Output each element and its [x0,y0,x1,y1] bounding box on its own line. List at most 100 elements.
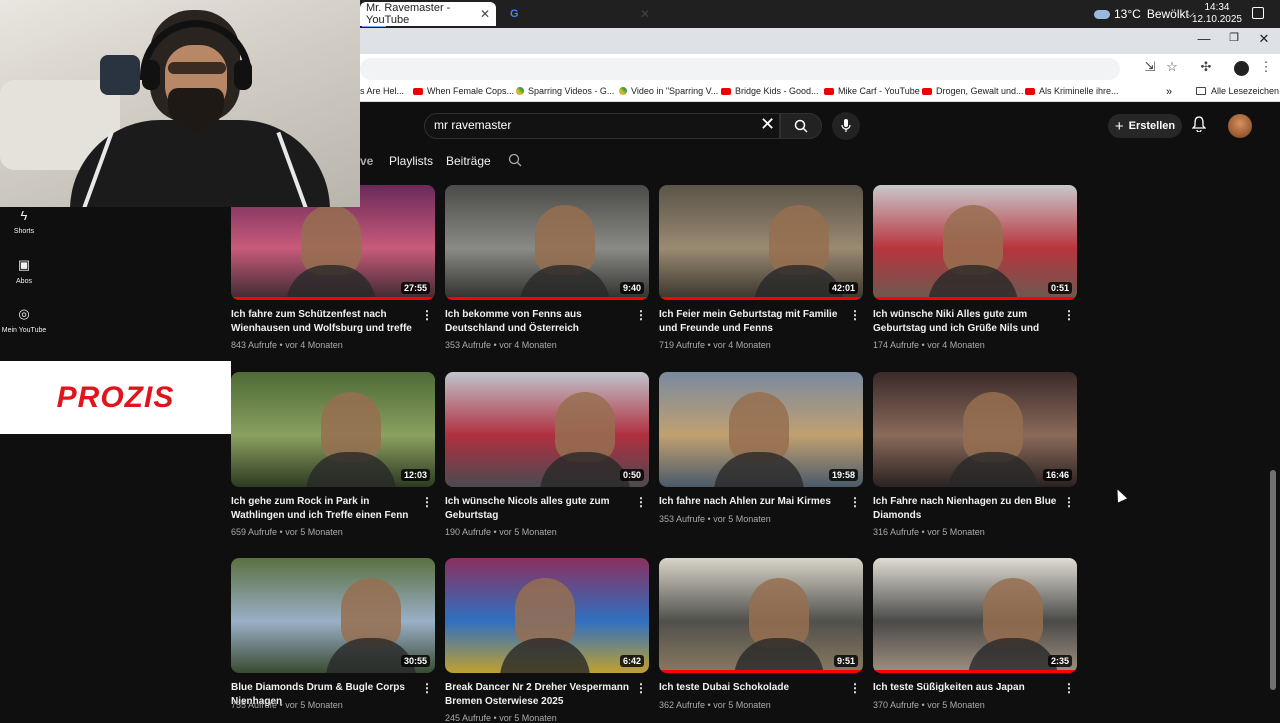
omnibox[interactable] [360,58,1120,80]
video-thumbnail[interactable]: 16:46 [873,372,1077,487]
tab-rezensionen[interactable]: G Wacht am Rhein Rezensionen - ✕ [504,2,656,26]
video-title[interactable]: Ich teste Dubai Schokolade [659,681,845,695]
tab-youtube[interactable]: Mr. Ravemaster - YouTube ✕ [360,2,496,26]
more-vert-icon[interactable]: ⋮ [635,308,647,322]
video-card[interactable]: 19:58 Ich fahre nach Ahlen zur Mai Kirmes… [659,372,863,524]
video-title[interactable]: Ich wünsche Nicols alles gute zum Geburt… [445,495,631,522]
pinwheel-icon [619,87,627,95]
video-thumbnail[interactable]: 19:58 [659,372,863,487]
page-scrollbar[interactable] [1270,470,1276,690]
star-icon[interactable]: ☆ [1162,59,1182,75]
headset-earcup [234,60,252,90]
bookmark-item[interactable]: Mike Carf - YouTube [824,86,920,96]
more-vert-icon[interactable]: ⋮ [1256,59,1276,75]
video-title[interactable]: Break Dancer Nr 2 Dreher Vespermann Brem… [445,681,631,708]
video-card[interactable]: 0:51 Ich wünsche Niki Alles gute zum Gebu… [873,185,1077,350]
notifications-bell-icon[interactable] [1191,116,1207,136]
video-card[interactable]: 12:03 Ich gehe zum Rock in Park in Wathli… [231,372,435,537]
video-thumbnail[interactable]: 30:55 [231,558,435,673]
pinwheel-icon [516,87,524,95]
close-window-icon[interactable]: ✕ [1254,31,1274,47]
channel-search-icon[interactable] [508,153,522,172]
taskbar-clock[interactable]: 14:34 12.10.2025 [1192,2,1242,26]
video-thumbnail[interactable]: 6:42 [445,558,649,673]
more-vert-icon[interactable]: ⋮ [421,495,433,509]
video-card[interactable]: 42:01 Ich Feier mein Geburtstag mit Famil… [659,185,863,350]
video-title[interactable]: Ich wünsche Niki Alles gute zum Geburtst… [873,308,1059,336]
profile-icon[interactable] [1234,61,1249,76]
weather-widget[interactable]: 13°C Bewölkt [1094,0,1189,28]
more-vert-icon[interactable]: ⋮ [849,308,861,322]
video-thumbnail[interactable]: 12:03 [231,372,435,487]
video-title[interactable]: Ich teste Süßigkeiten aus Japan [873,681,1059,695]
more-vert-icon[interactable]: ⋮ [849,495,861,509]
notification-icon[interactable] [1252,7,1264,19]
more-vert-icon[interactable]: ⋮ [1063,308,1075,322]
video-views: 316 Aufrufe [873,527,920,537]
video-card[interactable]: 0:50 Ich wünsche Nicols alles gute zum Ge… [445,372,649,537]
video-title[interactable]: Ich fahre zum Schützenfest nach Wienhaus… [231,308,417,336]
install-app-icon[interactable]: ⇲ [1140,59,1160,75]
close-icon[interactable]: ✕ [640,7,650,21]
bookmark-item[interactable]: Sparring Videos - G... [516,86,614,96]
video-card[interactable]: 9:40 Ich bekomme von Fenns aus Deutschlan… [445,185,649,350]
video-thumbnail[interactable]: 0:51 [873,185,1077,300]
video-title[interactable]: Ich Fahre nach Nienhagen zu den Blue Dia… [873,495,1059,522]
sidebar-item-shorts[interactable]: ϟ Shorts [0,208,48,235]
tab-label: Mr. Ravemaster - YouTube [366,2,451,26]
video-meta: 353 Aufrufe • vor 4 Monaten [445,340,557,350]
sidebar-item-mein-youtube[interactable]: ◎ Mein YouTube [0,306,48,334]
video-title[interactable]: Ich bekomme von Fenns aus Deutschland un… [445,308,631,336]
account-avatar[interactable] [1228,114,1252,138]
video-title[interactable]: Ich Feier mein Geburtstag mit Familie un… [659,308,845,335]
bookmark-item[interactable]: When Female Cops... [413,86,514,96]
all-bookmarks-button[interactable]: Alle Lesezeichen [1196,86,1279,96]
thumbnail-figure-body [714,452,804,487]
bookmarks-overflow-button[interactable]: » [1166,86,1172,98]
bookmark-item[interactable]: s Are Hel... [360,86,404,96]
bookmark-item[interactable]: Bridge Kids - Good... [721,86,819,96]
more-vert-icon[interactable]: ⋮ [635,681,647,695]
more-vert-icon[interactable]: ⋮ [1063,495,1075,509]
video-views: 353 Aufrufe [659,514,706,524]
video-thumbnail[interactable]: 42:01 [659,185,863,300]
video-title[interactable]: Ich gehe zum Rock in Park in Wathlingen … [231,495,417,522]
video-title[interactable]: Ich fahre nach Ahlen zur Mai Kirmes [659,495,845,509]
bookmark-label: Als Kriminelle ihre... [1039,86,1119,96]
extensions-icon[interactable]: ✣ [1196,59,1216,75]
more-vert-icon[interactable]: ⋮ [849,681,861,695]
mic-button[interactable] [832,112,860,140]
new-tab-button[interactable]: + [662,2,682,26]
bookmark-item[interactable]: Als Kriminelle ihre... [1025,86,1119,96]
more-vert-icon[interactable]: ⋮ [421,308,433,322]
create-button[interactable]: + Erstellen [1108,114,1182,138]
close-icon[interactable]: ✕ [480,7,490,21]
video-card[interactable]: 6:42 Break Dancer Nr 2 Dreher Vespermann … [445,558,649,723]
video-thumbnail[interactable]: 2:35 [873,558,1077,673]
tab-playlists[interactable]: Playlists [389,154,433,168]
video-card[interactable]: 30:55 Blue Diamonds Drum & Bugle Corps Ni… [231,558,435,710]
clear-search-icon[interactable]: ✕ [760,114,775,135]
video-thumbnail[interactable]: 9:51 [659,558,863,673]
tab-live[interactable]: ve [360,154,373,168]
video-card[interactable]: 9:51 Ich teste Dubai Schokolade ⋮ 362 Aufru… [659,558,863,710]
sidebar-item-abos[interactable]: ▣ Abos [0,257,48,285]
minimize-icon[interactable]: — [1194,31,1214,46]
video-age: vor 4 Monaten [285,340,343,350]
restore-icon[interactable]: ❐ [1224,31,1244,44]
video-thumbnail[interactable]: 9:40 [445,185,649,300]
video-card[interactable]: 2:35 Ich teste Süßigkeiten aus Japan ⋮ 370 … [873,558,1077,710]
tab-beitraege[interactable]: Beiträge [446,154,491,168]
youtube-icon [1025,87,1035,95]
webcam-overlay [0,0,360,207]
video-thumbnail[interactable]: 0:50 [445,372,649,487]
more-vert-icon[interactable]: ⋮ [421,681,433,695]
video-card[interactable]: 16:46 Ich Fahre nach Nienhagen zu den Blu… [873,372,1077,537]
more-vert-icon[interactable]: ⋮ [1063,681,1075,695]
more-vert-icon[interactable]: ⋮ [635,495,647,509]
search-input[interactable] [434,118,734,132]
bookmark-item[interactable]: Drogen, Gewalt und... [922,86,1024,96]
search-button[interactable] [780,113,822,139]
user-circle-icon: ◎ [18,306,30,321]
bookmark-item[interactable]: Video in "Sparring V... [619,86,718,96]
